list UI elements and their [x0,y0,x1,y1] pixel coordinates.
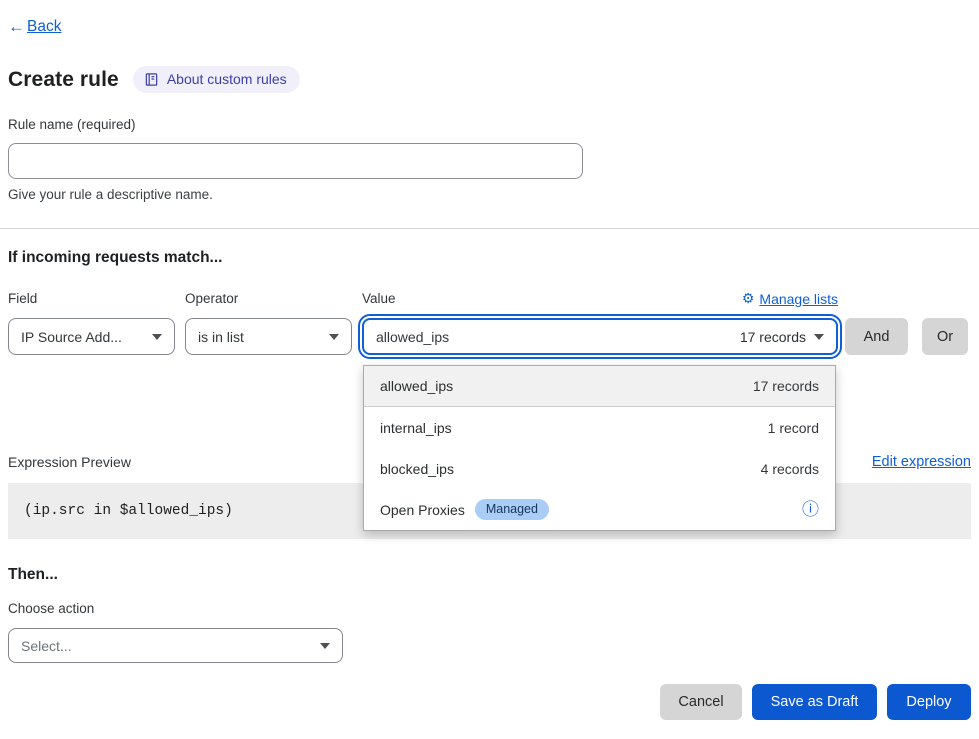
chevron-down-icon [152,334,162,340]
value-select-value: allowed_ips [376,329,449,345]
chevron-down-icon [320,643,330,649]
operator-select-value: is in list [198,329,244,345]
gear-icon: ⚙ [742,290,755,307]
field-select[interactable]: IP Source Add... [8,318,175,355]
choose-action-label: Choose action [8,601,94,616]
back-link[interactable]: ←Back [8,17,61,37]
option-name: allowed_ips [380,378,453,394]
edit-expression-label: Edit expression [872,454,971,470]
option-name: blocked_ips [380,461,454,477]
expression-preview-label: Expression Preview [8,454,131,470]
info-icon[interactable]: ⓘ [802,501,819,518]
save-as-draft-button[interactable]: Save as Draft [752,684,877,720]
operator-label: Operator [185,291,238,306]
title-row: Create rule About custom rules [8,66,300,93]
or-button[interactable]: Or [922,318,968,355]
then-section-heading: Then... [8,566,58,584]
value-select[interactable]: allowed_ips 17 records [362,318,838,355]
back-arrow-icon: ← [8,17,25,37]
about-badge-label: About custom rules [167,71,287,87]
manage-lists-label: Manage lists [759,291,838,307]
managed-badge: Managed [475,499,549,520]
chevron-down-icon [329,334,339,340]
manage-lists-link[interactable]: ⚙ Manage lists [742,290,838,307]
dropdown-option-open-proxies[interactable]: Open Proxies Managed ⓘ [364,489,835,530]
option-records: 1 record [768,420,819,436]
option-name: Open Proxies [380,502,465,518]
deploy-button[interactable]: Deploy [887,684,971,720]
book-icon [144,72,159,87]
page-title: Create rule [8,68,119,92]
dropdown-option-allowed-ips[interactable]: allowed_ips 17 records [364,366,835,407]
back-label: Back [27,18,61,36]
option-records: 17 records [753,378,819,394]
field-select-value: IP Source Add... [21,329,122,345]
value-label: Value [362,291,396,306]
expression-code: (ip.src in $allowed_ips) [24,503,233,519]
rule-name-input[interactable] [8,143,583,179]
rule-name-helper: Give your rule a descriptive name. [8,187,213,202]
operator-select[interactable]: is in list [185,318,352,355]
edit-expression-link[interactable]: Edit expression [872,454,971,470]
rule-name-label: Rule name (required) [8,117,136,132]
option-name: internal_ips [380,420,452,436]
chevron-down-icon [814,334,824,340]
dropdown-option-blocked-ips[interactable]: blocked_ips 4 records [364,448,835,489]
list-dropdown: allowed_ips 17 records internal_ips 1 re… [363,365,836,531]
value-select-records: 17 records [740,329,806,345]
match-section-heading: If incoming requests match... [8,249,222,267]
option-records: 4 records [761,461,819,477]
cancel-button[interactable]: Cancel [660,684,742,720]
and-button[interactable]: And [845,318,908,355]
action-select[interactable]: Select... [8,628,343,663]
about-custom-rules-link[interactable]: About custom rules [133,66,300,93]
dropdown-option-internal-ips[interactable]: internal_ips 1 record [364,407,835,448]
field-label: Field [8,291,37,306]
section-divider [0,228,979,229]
action-select-placeholder: Select... [21,638,72,654]
